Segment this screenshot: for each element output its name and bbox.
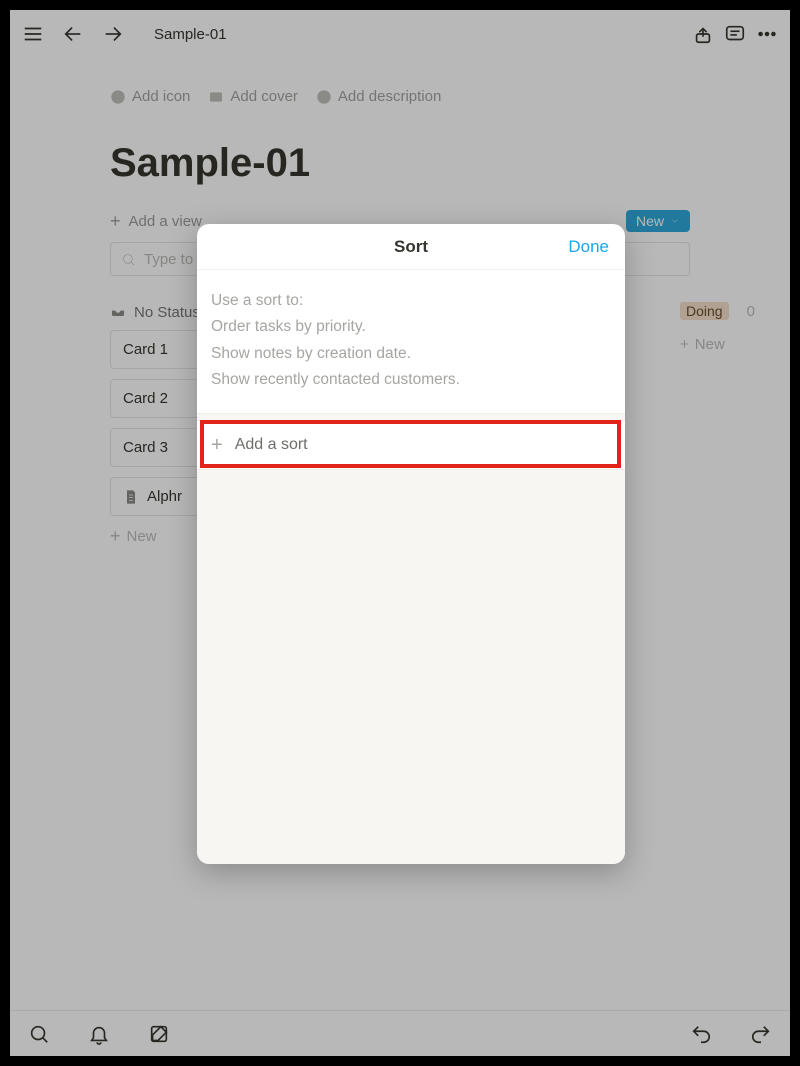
help-line: Show notes by creation date. (211, 341, 611, 367)
help-line: Show recently contacted customers. (211, 367, 611, 393)
plus-icon: + (211, 434, 223, 457)
help-line: Use a sort to: (211, 288, 611, 314)
help-line: Order tasks by priority. (211, 314, 611, 340)
sort-modal: Sort Done Use a sort to: Order tasks by … (197, 224, 625, 864)
modal-body: + Add a sort (197, 414, 625, 864)
modal-title: Sort (394, 237, 428, 257)
add-sort-label: Add a sort (235, 436, 308, 454)
modal-header: Sort Done (197, 224, 625, 270)
done-button[interactable]: Done (568, 224, 609, 270)
modal-help-text: Use a sort to: Order tasks by priority. … (197, 270, 625, 414)
add-sort-button[interactable]: + Add a sort (197, 420, 625, 470)
